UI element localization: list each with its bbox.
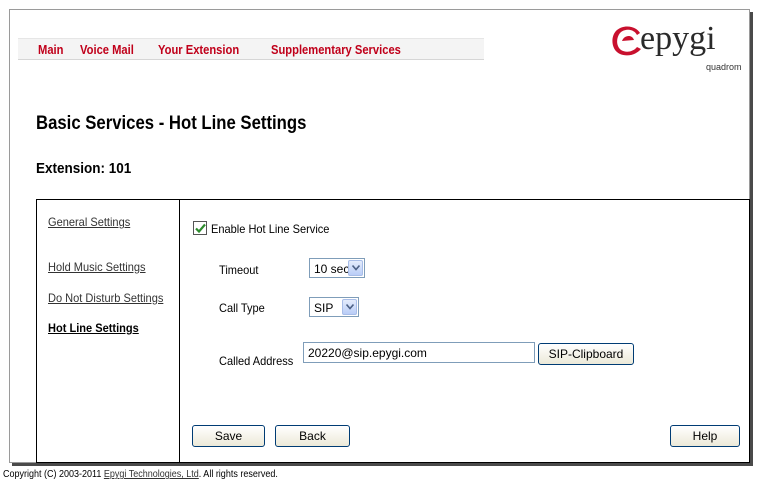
logo-subtext: quadrom	[706, 62, 742, 72]
menu-main[interactable]: Main	[38, 42, 63, 57]
checkmark-icon	[195, 223, 206, 234]
copyright-prefix: Copyright (C) 2003-2011	[3, 469, 104, 480]
nav-general-settings[interactable]: General Settings	[48, 215, 130, 229]
left-nav: General Settings Hold Music Settings Do …	[37, 200, 180, 462]
company-link[interactable]: Epygi Technologies, Ltd	[104, 469, 199, 480]
nav-hold-music-settings[interactable]: Hold Music Settings	[48, 260, 146, 274]
copyright-footer: Copyright (C) 2003-2011 Epygi Technologi…	[3, 469, 278, 480]
settings-panel: General Settings Hold Music Settings Do …	[36, 199, 750, 463]
copyright-suffix: . All rights reserved.	[198, 469, 278, 480]
called-address-label: Called Address	[219, 354, 294, 368]
call-type-value: SIP	[314, 301, 334, 315]
save-button[interactable]: Save	[192, 425, 265, 447]
timeout-label: Timeout	[219, 263, 259, 277]
called-address-input[interactable]: 20220@sip.epygi.com	[303, 342, 535, 363]
back-button[interactable]: Back	[275, 425, 350, 447]
page-title: Basic Services - Hot Line Settings	[36, 113, 307, 134]
menu-your-extension[interactable]: Your Extension	[158, 42, 239, 57]
extension-label: Extension: 101	[36, 160, 132, 177]
sip-clipboard-button[interactable]: SIP-Clipboard	[538, 343, 634, 365]
help-button[interactable]: Help	[670, 425, 740, 447]
top-menu-bar: Main Voice Mail Your Extension Supplemen…	[18, 38, 484, 60]
epygi-logo: epygi quadrom	[610, 20, 745, 90]
main-form: Enable Hot Line Service Timeout 10 sec C…	[181, 200, 749, 462]
call-type-select[interactable]: SIP	[309, 297, 359, 317]
chevron-down-icon	[346, 304, 354, 310]
timeout-dropdown-arrow	[348, 260, 363, 276]
nav-do-not-disturb-settings[interactable]: Do Not Disturb Settings	[48, 291, 163, 305]
epygi-swoosh-icon	[612, 26, 641, 56]
enable-hot-line-label: Enable Hot Line Service	[211, 222, 330, 236]
timeout-select[interactable]: 10 sec	[309, 258, 365, 278]
menu-voice-mail[interactable]: Voice Mail	[80, 42, 134, 57]
timeout-value: 10 sec	[314, 262, 350, 276]
nav-hot-line-settings[interactable]: Hot Line Settings	[48, 321, 139, 335]
logo-wordmark: epygi	[640, 20, 716, 57]
call-type-dropdown-arrow	[342, 299, 357, 315]
chevron-down-icon	[352, 265, 360, 271]
menu-supplementary-services[interactable]: Supplementary Services	[271, 42, 401, 57]
call-type-label: Call Type	[219, 301, 265, 315]
enable-hot-line-checkbox[interactable]	[193, 221, 207, 235]
